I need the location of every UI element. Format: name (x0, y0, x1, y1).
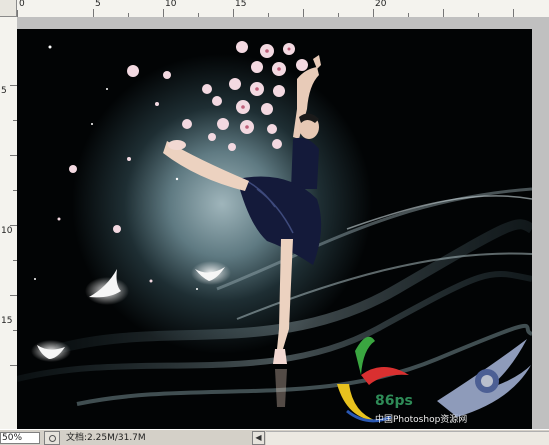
horizontal-ruler[interactable]: 0 5 10 15 20 (17, 0, 549, 18)
ruler-v-tick (10, 295, 17, 296)
ruler-v-label-10: 10 (1, 226, 13, 236)
ruler-v-label-15: 15 (1, 316, 13, 326)
logo-text: 86ps (375, 393, 413, 409)
scroll-left-arrow-icon[interactable]: ◀ (252, 431, 265, 445)
document-window[interactable]: 86ps 中国Photoshop资源网 (17, 17, 549, 429)
ruler-h-tick (17, 10, 18, 17)
zoom-level-field[interactable]: 50% (0, 432, 40, 444)
ruler-h-tick (373, 9, 374, 17)
ruler-h-label-0: 0 (19, 0, 25, 9)
ruler-h-tick (163, 9, 164, 17)
ruler-h-label-15: 15 (235, 0, 247, 9)
ruler-h-tick (443, 9, 444, 17)
ruler-v-tick (10, 225, 17, 226)
vertical-ruler[interactable]: 5 10 15 (0, 17, 18, 429)
ruler-v-tick (10, 85, 17, 86)
site-name-text: 中国Photoshop资源网 (375, 413, 467, 425)
ruler-v-label-5: 5 (1, 86, 7, 96)
ruler-h-tick (233, 9, 234, 17)
ruler-v-tick (10, 155, 17, 156)
document-size-info: 文档:2.25M/31.7M (66, 433, 146, 443)
ruler-h-label-10: 10 (165, 0, 177, 9)
ruler-corner (0, 0, 17, 17)
ruler-h-tick (93, 9, 94, 17)
ruler-v-tick (10, 365, 17, 366)
ruler-h-label-5: 5 (95, 0, 101, 9)
document-canvas[interactable]: 86ps 中国Photoshop资源网 (17, 29, 532, 429)
dove-bottom-left (31, 340, 71, 362)
status-bar: 50% 文档:2.25M/31.7M ◀ (0, 429, 549, 445)
horizontal-scrollbar[interactable] (266, 431, 549, 445)
ruler-h-tick (303, 9, 304, 17)
reflection (275, 369, 287, 407)
status-menu-icon[interactable] (44, 431, 60, 445)
ruler-h-tick (513, 9, 514, 17)
ruler-h-label-20: 20 (375, 0, 387, 9)
dove-middle (191, 261, 231, 285)
